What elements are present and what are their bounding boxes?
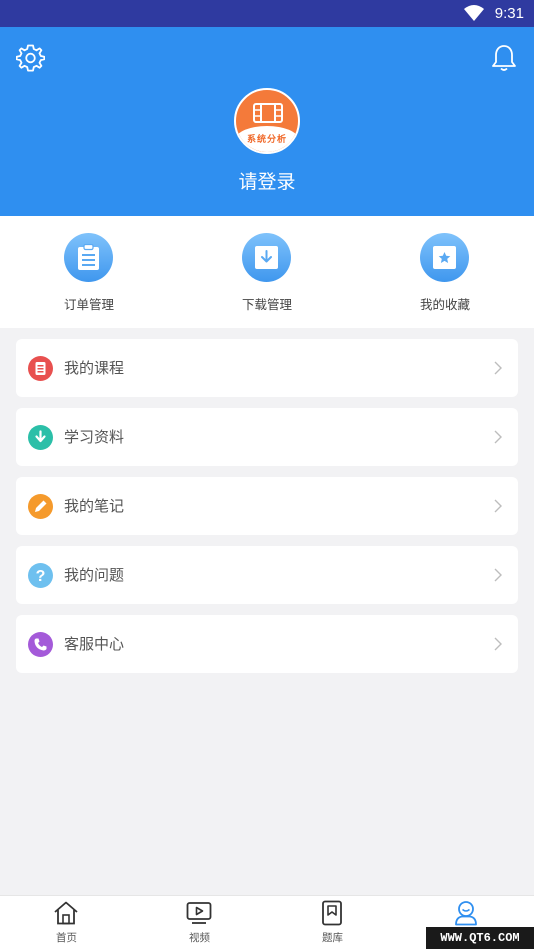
menu-item-label: 我的问题: [64, 566, 125, 584]
watermark-text: WWW.QT6.COM: [426, 927, 534, 949]
tab-question-bank-label: 题库: [322, 932, 343, 944]
menu-item-my-notes[interactable]: 我的笔记: [16, 477, 518, 535]
home-icon: [54, 901, 78, 925]
avatar[interactable]: 系统分析: [234, 88, 300, 154]
download-box-icon: [255, 246, 278, 269]
status-bar: 9:31: [0, 0, 534, 27]
tab-home[interactable]: 首页: [0, 896, 133, 949]
download-arrow-icon: [28, 425, 53, 450]
menu-item-customer-service[interactable]: 客服中心: [16, 615, 518, 673]
svg-text:?: ?: [36, 568, 46, 585]
film-icon: [253, 103, 283, 123]
shortcut-downloads-label: 下载管理: [241, 297, 292, 312]
menu-item-label: 客服中心: [64, 635, 125, 653]
chevron-right-icon: [494, 637, 502, 651]
shortcut-orders-label: 订单管理: [63, 297, 114, 312]
clipboard-icon: [78, 244, 99, 270]
settings-gear-icon[interactable]: [16, 43, 45, 72]
profile-icon: [455, 901, 477, 926]
shortcut-panel: 订单管理 下载管理 我的收藏: [0, 216, 534, 328]
shortcut-downloads[interactable]: 下载管理: [192, 216, 342, 328]
menu-item-label: 我的课程: [64, 359, 125, 377]
shortcut-favorites-badge: [420, 233, 469, 282]
menu-item-label: 学习资料: [64, 428, 125, 446]
list-icon: [28, 356, 53, 381]
tab-video-label: 视频: [189, 932, 210, 944]
chevron-right-icon: [494, 499, 502, 513]
menu-item-label: 我的笔记: [64, 497, 125, 515]
tab-video[interactable]: 视频: [133, 896, 266, 949]
profile-header: 系统分析 请登录: [0, 27, 534, 216]
notification-bell-icon[interactable]: [491, 44, 517, 72]
question-icon: ?: [28, 563, 53, 588]
shortcut-downloads-badge: [242, 233, 291, 282]
menu-item-study-materials[interactable]: 学习资料: [16, 408, 518, 466]
status-time: 9:31: [494, 5, 524, 22]
shortcut-orders[interactable]: 订单管理: [14, 216, 164, 328]
menu-item-my-questions[interactable]: ? 我的问题: [16, 546, 518, 604]
login-link[interactable]: 请登录: [0, 167, 534, 194]
tab-question-bank[interactable]: 题库: [266, 896, 399, 949]
chevron-right-icon: [494, 568, 502, 582]
chevron-right-icon: [494, 361, 502, 375]
shortcut-favorites[interactable]: 我的收藏: [370, 216, 520, 328]
phone-icon: [28, 632, 53, 657]
avatar-caption: 系统分析: [246, 135, 287, 145]
pencil-icon: [28, 494, 53, 519]
bookmark-icon: [322, 900, 342, 926]
shortcut-favorites-label: 我的收藏: [419, 297, 470, 312]
shortcut-orders-badge: [64, 233, 113, 282]
star-box-icon: [433, 246, 456, 269]
wifi-icon: [464, 5, 484, 21]
tab-home-label: 首页: [56, 932, 77, 944]
menu-item-my-courses[interactable]: 我的课程: [16, 339, 518, 397]
video-icon: [186, 902, 212, 924]
chevron-right-icon: [494, 430, 502, 444]
